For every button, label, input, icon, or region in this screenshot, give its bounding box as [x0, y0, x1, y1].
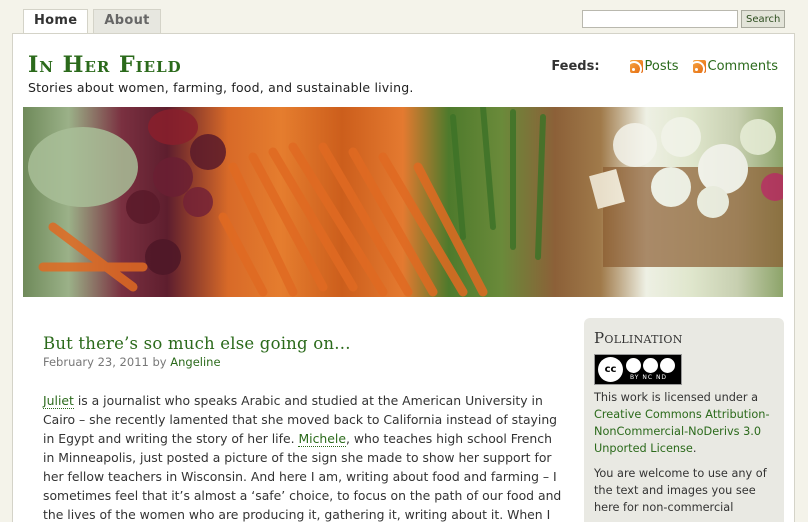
license-text: This work is licensed under a Creative C… [594, 389, 774, 516]
search-input[interactable] [582, 10, 738, 28]
sidebar-title: Pollination [594, 329, 683, 347]
name-link-michele[interactable]: Michele [298, 431, 346, 447]
post-body: Juliet is a journalist who speaks Arabic… [43, 391, 563, 522]
site-tagline: Stories about women, farming, food, and … [28, 80, 414, 95]
feed-comments-label: Comments [707, 59, 778, 74]
post-meta: February 23, 2011 by Angeline [43, 355, 221, 369]
by-icon [626, 358, 641, 373]
nd-icon [660, 358, 675, 373]
vegetables-photo [28, 107, 783, 297]
license-intro: This work is licensed under a [594, 391, 759, 404]
welcome-text: You are welcome to use any of the text a… [594, 467, 767, 514]
search-button[interactable]: Search [741, 10, 786, 28]
license-end: . [692, 442, 697, 455]
header-banner-image [23, 107, 783, 297]
tab-home[interactable]: Home [23, 9, 89, 35]
cc-badge-labels: BY NC ND [630, 374, 668, 381]
sidebar-pollination: Pollination cc BY NC ND This work is lic… [584, 318, 784, 522]
rss-icon [692, 60, 706, 73]
tab-about[interactable]: About [93, 9, 161, 33]
post-date: February 23, 2011 [43, 355, 149, 369]
nc-icon [643, 358, 658, 373]
cc-logo-icon: cc [598, 357, 623, 382]
feed-comments-link[interactable]: Comments [692, 59, 778, 74]
feed-posts-label: Posts [644, 59, 679, 74]
feed-posts-link[interactable]: Posts [629, 59, 679, 74]
name-link-juliet[interactable]: Juliet [43, 393, 74, 409]
feeds-label: Feeds: [551, 59, 600, 74]
creative-commons-badge-icon[interactable]: cc BY NC ND [594, 354, 682, 385]
feeds: Feeds: Posts Comments [551, 59, 778, 74]
post-title[interactable]: But there’s so much else going on… [43, 334, 351, 353]
search-form: Search [582, 10, 786, 28]
post-by: by [152, 355, 167, 369]
post-author-link[interactable]: Angeline [170, 355, 220, 369]
license-link[interactable]: Creative Commons Attribution-NonCommerci… [594, 408, 770, 455]
site-title[interactable]: In Her Field [28, 52, 182, 78]
page-container: In Her Field Stories about women, farmin… [12, 33, 795, 522]
nav-tabs: Home About [23, 9, 161, 35]
rss-icon [629, 60, 643, 73]
